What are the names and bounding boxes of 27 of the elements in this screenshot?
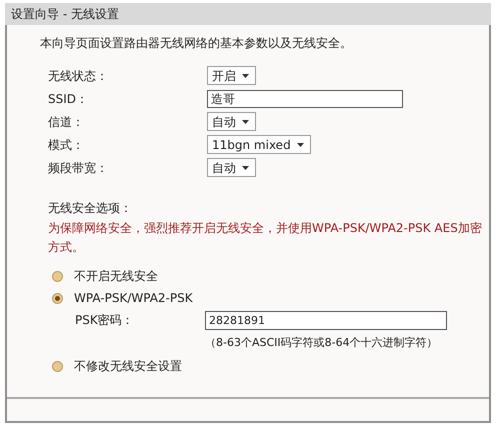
dropdown[interactable]: 11bgn mixed	[207, 135, 311, 154]
option-label: 不修改无线安全设置	[74, 358, 182, 375]
caret-icon	[242, 166, 249, 170]
field-label: 无线状态：	[48, 68, 109, 84]
caret-icon	[242, 74, 249, 78]
text-field[interactable]: 造哥	[207, 90, 403, 108]
radio-button[interactable]	[52, 292, 63, 304]
intro-text: 本向导页面设置路由器无线网络的基本参数以及无线安全。	[40, 35, 353, 52]
radio-button[interactable]	[52, 360, 63, 372]
password-field[interactable]: 28281891	[205, 310, 447, 330]
dropdown[interactable]: 开启	[207, 66, 256, 85]
field-label: 频段带宽：	[48, 160, 109, 176]
radio-button[interactable]	[52, 270, 63, 282]
dropdown[interactable]: 自动	[207, 112, 256, 131]
hint-text: （8-63个ASCII码字符或8-64个十六进制字符）	[204, 335, 439, 351]
field-label: 信道：	[48, 114, 85, 130]
field-label: 模式：	[48, 136, 85, 154]
caret-icon	[296, 142, 304, 146]
field-label: SSID：	[48, 90, 90, 108]
warning-text: 为保障网络安全，强烈推荐开启无线安全，并使用WPA-PSK/WPA2-PSK AES加密方式。	[47, 220, 483, 256]
window-title: 设置向导 - 无线设置	[5, 3, 491, 25]
caret-icon	[242, 120, 249, 124]
section-heading: 无线安全选项：	[47, 200, 133, 217]
option-label: 不开启无线安全	[74, 268, 158, 285]
option-label: WPA-PSK/WPA2-PSK	[74, 290, 193, 307]
field-label: PSK密码：	[75, 312, 135, 329]
dropdown[interactable]: 自动	[207, 158, 256, 177]
